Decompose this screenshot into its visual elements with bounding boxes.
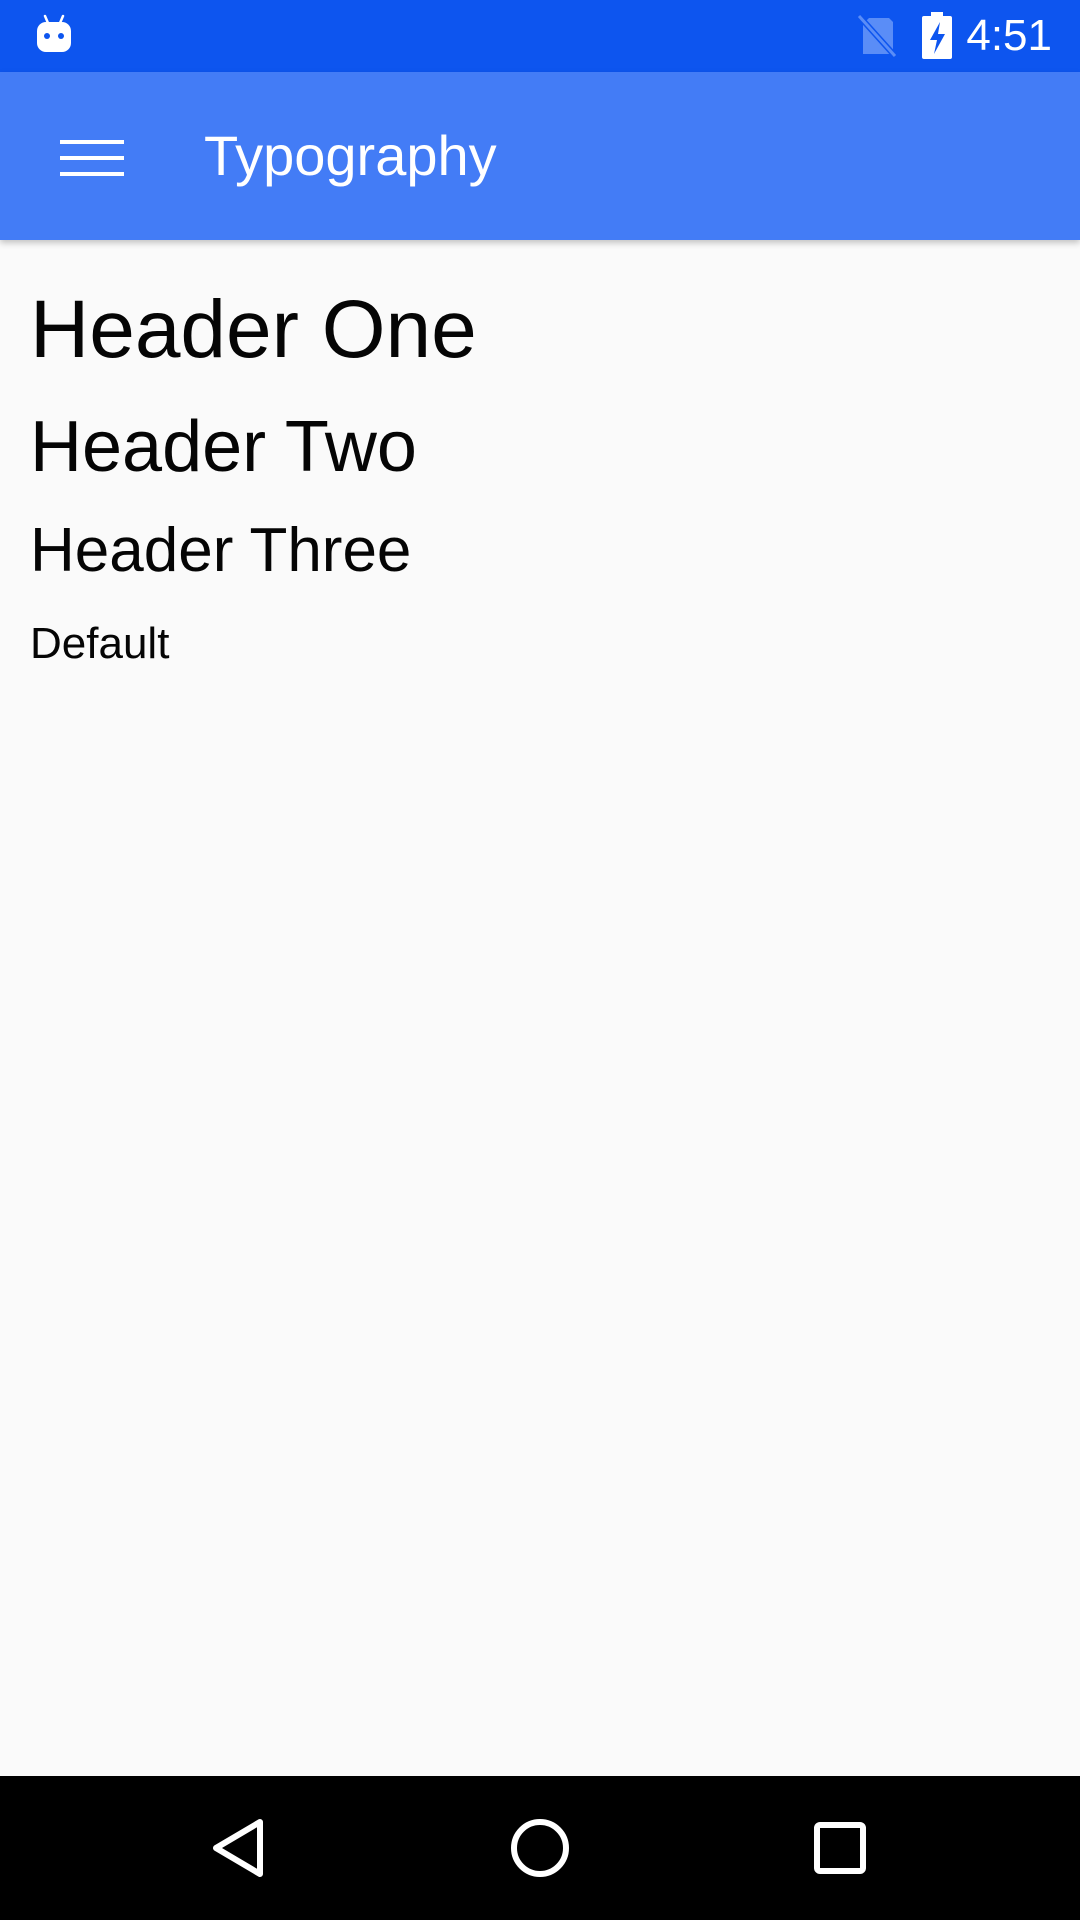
status-bar: 4:51 (0, 0, 1080, 72)
no-sim-icon (857, 14, 897, 58)
navigation-bar (0, 1776, 1080, 1920)
header-one-text: Header One (30, 284, 477, 375)
battery-charging-icon (922, 12, 952, 59)
app-bar-title: Typography (204, 124, 497, 187)
header-three-text: Header Three (30, 516, 412, 585)
back-icon[interactable] (192, 1800, 288, 1896)
header-two-text: Header Two (30, 407, 417, 487)
hamburger-menu-icon[interactable] (48, 128, 136, 188)
status-clock: 4:51 (966, 11, 1052, 60)
recents-icon[interactable] (792, 1800, 888, 1896)
default-text: Default (30, 619, 170, 668)
home-icon[interactable] (492, 1800, 588, 1896)
screen: 4:51 Typography Header One Header Two He… (0, 0, 1080, 1920)
android-notification-icon (37, 14, 71, 52)
app-bar: Typography (0, 72, 1080, 240)
main-content: Header One Header Two Header Three Defau… (0, 240, 1080, 1776)
